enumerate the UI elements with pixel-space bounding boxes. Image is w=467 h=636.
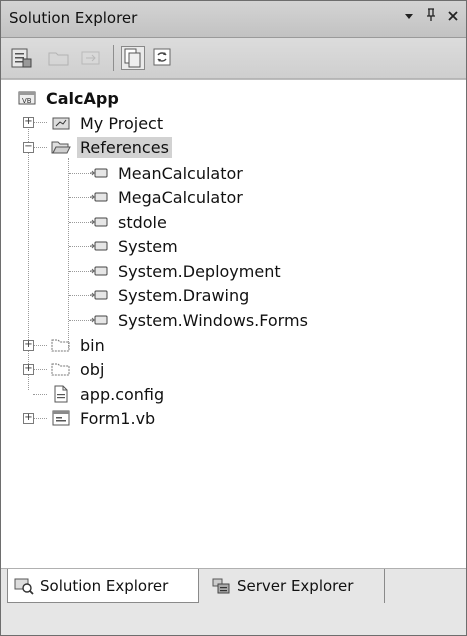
tree-guide-line xyxy=(69,173,91,174)
tree-item-my-project[interactable]: My Project xyxy=(51,111,166,135)
vb-project-icon: VB xyxy=(17,89,37,107)
tree-root-calcapp[interactable]: VB CalcApp xyxy=(17,86,122,110)
my-project-icon xyxy=(51,114,71,132)
close-icon[interactable] xyxy=(446,7,460,27)
collapse-references-icon[interactable]: − xyxy=(23,142,34,153)
solution-tree: VB CalcApp + My Project − References Mea… xyxy=(1,79,466,570)
reference-label: System.Deployment xyxy=(118,261,281,281)
solution-explorer-icon xyxy=(14,577,34,595)
bottom-tab-strip: Solution Explorer Server Explorer xyxy=(1,568,466,635)
tree-guide-line xyxy=(69,197,91,198)
nest-items-icon[interactable] xyxy=(79,46,103,70)
reference-item[interactable]: System xyxy=(89,234,181,258)
tree-guide-line xyxy=(69,222,91,223)
show-all-files-icon[interactable] xyxy=(121,46,145,70)
title-buttons xyxy=(402,7,460,27)
reference-item[interactable]: System.Deployment xyxy=(89,259,284,283)
reference-icon xyxy=(89,311,109,329)
reference-icon xyxy=(89,237,109,255)
tree-item-references[interactable]: References xyxy=(51,135,172,159)
new-folder-icon[interactable] xyxy=(47,46,71,70)
config-file-icon xyxy=(51,385,71,403)
expand-form1-icon[interactable]: + xyxy=(23,413,34,424)
reference-label: System.Drawing xyxy=(118,285,250,305)
tree-item-app-config[interactable]: app.config xyxy=(51,382,167,406)
references-label: References xyxy=(77,136,172,158)
project-name-label: CalcApp xyxy=(46,88,119,108)
refresh-icon[interactable] xyxy=(151,46,175,70)
reference-item[interactable]: System.Drawing xyxy=(89,283,252,307)
toolbar xyxy=(1,38,466,79)
reference-icon xyxy=(89,213,109,231)
svg-text:VB: VB xyxy=(22,97,32,105)
tab-server-explorer[interactable]: Server Explorer xyxy=(205,569,385,603)
reference-icon xyxy=(89,164,109,182)
properties-icon[interactable] xyxy=(9,46,33,70)
reference-label: System xyxy=(118,236,178,256)
reference-item[interactable]: stdole xyxy=(89,210,170,234)
app-config-label: app.config xyxy=(80,384,165,404)
tree-guide-line xyxy=(69,246,91,247)
tree-guide-line xyxy=(69,295,91,296)
open-folder-icon xyxy=(51,138,71,156)
reference-icon xyxy=(89,262,109,280)
my-project-label: My Project xyxy=(80,113,164,133)
bin-label: bin xyxy=(80,335,105,355)
expand-bin-icon[interactable]: + xyxy=(23,340,34,351)
expand-obj-icon[interactable]: + xyxy=(23,364,34,375)
reference-icon xyxy=(89,188,109,206)
title-bar: Solution Explorer xyxy=(1,1,466,38)
reference-label: MegaCalculator xyxy=(118,187,243,207)
pin-icon[interactable] xyxy=(424,7,438,27)
dropdown-arrow-icon[interactable] xyxy=(402,7,416,27)
expand-my-project-icon[interactable]: + xyxy=(23,117,34,128)
tree-guide-line xyxy=(33,345,47,346)
form-icon xyxy=(51,409,71,427)
reference-label: stdole xyxy=(118,212,167,232)
tree-item-obj[interactable]: obj xyxy=(51,357,107,381)
tree-item-form1[interactable]: Form1.vb xyxy=(51,406,158,430)
panel-title: Solution Explorer xyxy=(9,9,138,27)
reference-item[interactable]: MeanCalculator xyxy=(89,161,246,185)
toolbar-separator xyxy=(113,45,114,71)
solution-explorer-panel: Solution Explorer VB CalcApp + My Projec… xyxy=(0,0,467,636)
tree-guide-line xyxy=(33,147,47,148)
reference-label: System.Windows.Forms xyxy=(118,310,308,330)
hidden-folder-icon xyxy=(51,336,71,354)
tree-guide-line xyxy=(33,418,47,419)
form1-label: Form1.vb xyxy=(80,408,156,428)
reference-item[interactable]: MegaCalculator xyxy=(89,185,246,209)
server-explorer-icon xyxy=(211,577,231,595)
reference-icon xyxy=(89,286,109,304)
tree-item-bin[interactable]: bin xyxy=(51,333,108,357)
tree-guide-line xyxy=(33,369,47,370)
tree-guide-line xyxy=(69,271,91,272)
tab-server-explorer-label: Server Explorer xyxy=(237,577,354,595)
obj-label: obj xyxy=(80,359,105,379)
hidden-folder-icon xyxy=(51,360,71,378)
tree-guide-line xyxy=(33,394,47,395)
tree-guide-line xyxy=(33,122,47,123)
tab-solution-explorer[interactable]: Solution Explorer xyxy=(7,569,199,603)
tree-guide-line xyxy=(69,320,91,321)
reference-label: MeanCalculator xyxy=(118,163,243,183)
tab-solution-explorer-label: Solution Explorer xyxy=(40,576,169,595)
reference-item[interactable]: System.Windows.Forms xyxy=(89,308,311,332)
